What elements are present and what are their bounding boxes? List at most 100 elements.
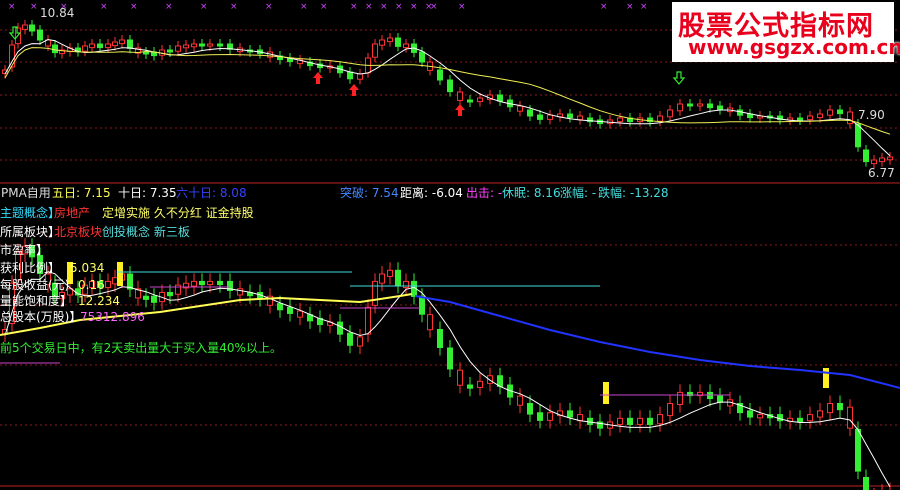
exit-value: 出击: - [466, 186, 503, 200]
profit-ratio-label: 获利比例】 [0, 261, 61, 275]
candle-body [387, 269, 393, 277]
candle-body [567, 113, 573, 119]
candle-body [372, 280, 378, 306]
signal-x-marker: × [8, 2, 16, 12]
candle-body [657, 414, 663, 425]
candle-body [467, 99, 473, 103]
candle-body [827, 109, 833, 116]
concept-tags: 定增实施 久不分红 证金持股 [102, 206, 254, 220]
candle-body [112, 277, 118, 285]
candle-body [807, 115, 813, 121]
candle-body [817, 410, 823, 418]
candle-body [737, 109, 743, 116]
candle-body [477, 380, 483, 388]
kline-chart-canvas[interactable]: ×××××××××××××××××××××××× [0, 0, 900, 490]
candle-body [863, 477, 869, 490]
signal-x-marker: × [300, 2, 308, 12]
signal-x-marker: × [640, 2, 648, 12]
candle-body [657, 115, 663, 122]
candle-body [395, 37, 401, 47]
candle-body [627, 417, 633, 425]
candle-body [119, 39, 125, 45]
candle-body [167, 292, 173, 297]
candle-body [697, 103, 703, 107]
candle-body [175, 45, 181, 52]
candle-body [379, 273, 385, 284]
distance-value: 距离: -6.04 [400, 186, 463, 200]
candle-body [403, 280, 409, 289]
signal-x-marker: × [458, 2, 466, 12]
breakout-value: 突破: 7.54 [340, 186, 399, 200]
signal-x-marker: × [30, 2, 38, 12]
candle-body [403, 43, 409, 49]
candle-body [477, 97, 483, 103]
candle-body [467, 384, 473, 389]
candle-body [143, 51, 149, 55]
candle-body [837, 109, 843, 115]
indicator-name[interactable]: PMA自用 [1, 186, 51, 200]
candle-body [537, 114, 543, 120]
signal-x-marker: × [626, 2, 634, 12]
top-price-label: 10.84 [40, 6, 75, 20]
signal-x-marker: × [230, 2, 238, 12]
candle-body [112, 41, 118, 47]
signal-x-marker: × [430, 2, 438, 12]
signal-x-marker: × [100, 2, 108, 12]
candle-body [419, 51, 425, 63]
candle-body [357, 73, 363, 80]
candle-body [191, 43, 197, 48]
candle-body [797, 417, 803, 422]
right-price-label-b: 6.77 [868, 166, 895, 180]
eps-value: 0.16 [78, 278, 105, 292]
candle-body [143, 295, 149, 300]
candle-body [647, 417, 653, 425]
candle-body [217, 43, 223, 47]
candle-body [855, 428, 861, 472]
candle-body [337, 321, 343, 335]
candle-body [297, 310, 303, 318]
candle-body [457, 369, 463, 386]
highlight-candle [823, 368, 829, 388]
watermark-url: www.gsgzx.com.cn [688, 35, 900, 59]
ma10-value: 十日: 7.35 [118, 186, 177, 200]
signal-x-marker: × [350, 2, 358, 12]
highlight-candle [117, 262, 123, 286]
candle-body [707, 103, 713, 109]
candle-body [717, 105, 723, 111]
candle-body [199, 280, 205, 286]
candle-body [365, 306, 371, 335]
candle-body [747, 410, 753, 418]
candle-body [52, 44, 58, 54]
pe-label: 市盈率】 [0, 243, 49, 257]
candle-body [37, 29, 43, 41]
kinetic-value: 12.234 [78, 294, 120, 308]
candle-body [667, 403, 673, 417]
candle-body [855, 123, 861, 148]
signal-x-marker: × [130, 2, 138, 12]
sector-value: 北京板块 [54, 225, 103, 239]
signal-x-marker: × [165, 2, 173, 12]
candle-body [687, 103, 693, 107]
kinetic-label: 量能饱和度】 [0, 294, 73, 308]
candle-body [167, 49, 173, 53]
candle-body [527, 109, 533, 117]
candle-body [677, 391, 683, 405]
candle-body [427, 314, 433, 331]
ma60-value: 六十日: 8.08 [176, 186, 247, 200]
candle-body [887, 156, 893, 161]
candle-body [567, 410, 573, 418]
candle-body [105, 280, 111, 289]
candle-body [207, 43, 213, 47]
candle-body [395, 269, 401, 286]
sector-label: 所属板块】 [0, 225, 61, 239]
candle-body [777, 414, 783, 422]
candle-body [437, 69, 443, 81]
candle-body [457, 91, 463, 101]
candle-body [879, 157, 885, 163]
signal-x-marker: × [200, 2, 208, 12]
candle-body [357, 336, 363, 347]
candle-body [207, 280, 213, 286]
shares-label: 总股本(万股)】 [0, 310, 82, 324]
signal-x-marker: × [365, 2, 373, 12]
candle-body [217, 280, 223, 286]
